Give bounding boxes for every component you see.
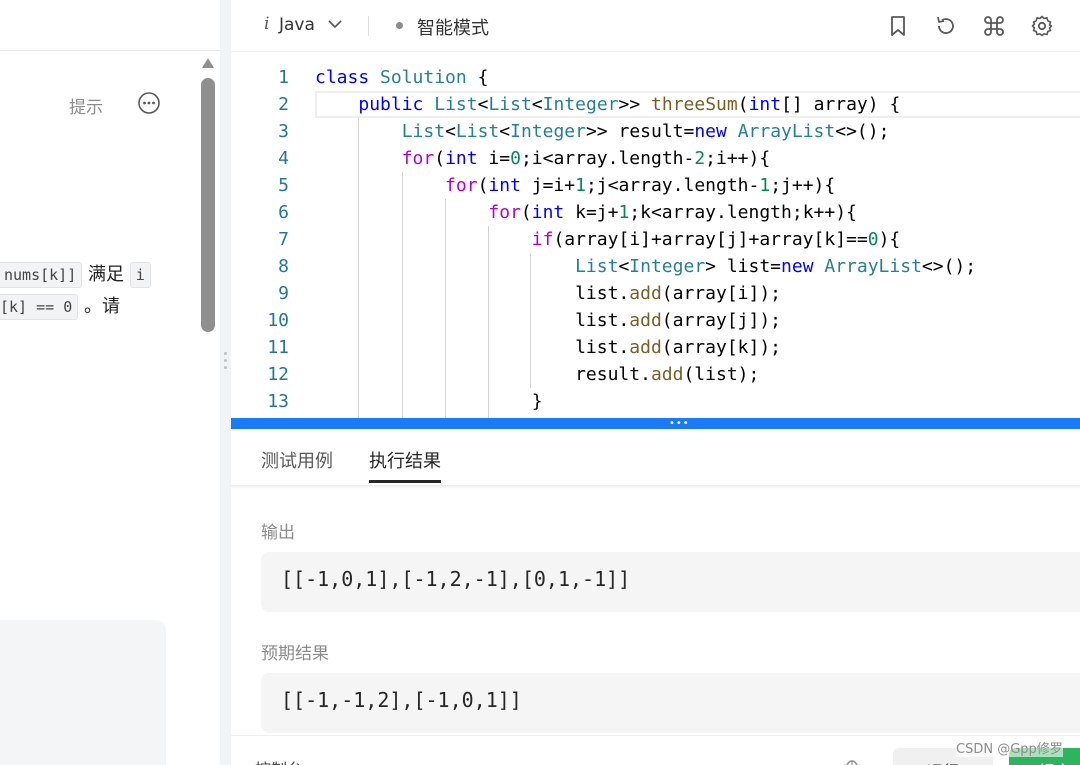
expected-box: [[-1,-1,2],[-1,0,1]] [261,673,1080,733]
line-number: 1 [278,67,289,88]
code-text[interactable]: list.add(array[j]); [315,307,781,334]
line-number: 3 [278,121,289,142]
language-select[interactable]: Java [279,15,315,35]
code-text[interactable]: list.add(array[i]); [315,280,781,307]
scrollbar-thumb[interactable] [201,78,215,332]
problem-panel: 提示 nums[k]] 满足 i [k] == 0 。请 [0,0,220,765]
code-text[interactable]: for(int i=0;i<array.length-2;i++){ [315,145,771,172]
line-number: 11 [267,337,289,358]
code-editor[interactable]: i Java 智能模式 1 class Solution {2 public … [231,0,1080,418]
code-line[interactable]: 10 list.add(array[j]); [231,307,1080,334]
active-tab-indicator [369,480,441,483]
mode-status-dot [396,22,403,29]
drag-handle-icon[interactable]: ••• [669,419,690,429]
code-line[interactable]: 9 list.add(array[i]); [231,280,1080,307]
tab-test-cases[interactable]: 测试用例 [261,447,333,473]
code-line[interactable]: 1 class Solution { [231,64,1080,91]
code-text[interactable]: List<Integer> list=new ArrayList<>(); [315,253,976,280]
problem-description-line: nums[k]] 满足 i [0,260,151,288]
expected-label: 预期结果 [261,644,329,664]
inline-code: i [129,262,151,288]
command-icon[interactable] [982,14,1006,38]
reset-icon[interactable] [934,14,958,38]
description-text: 满足 [82,264,130,285]
debug-icon[interactable] [841,754,863,765]
more-options-icon[interactable] [137,91,161,115]
gear-icon[interactable] [1030,14,1054,38]
code-text[interactable]: if(array[i]+array[j]+array[k]==0){ [315,226,901,253]
drag-handle-icon[interactable] [224,352,227,373]
language-info-icon: i [264,14,270,34]
bookmark-icon[interactable] [886,14,910,38]
chevron-down-icon[interactable] [328,19,342,29]
line-number: 9 [278,283,289,304]
scroll-up-arrow-icon[interactable] [201,57,215,69]
line-number: 4 [278,148,289,169]
tabs-shadow [231,485,1080,489]
code-line[interactable]: 4 for(int i=0;i<array.length-2;i++){ [231,145,1080,172]
code-text[interactable]: } [315,388,543,415]
horizontal-splitter[interactable] [231,418,1080,429]
watermark: CSDN @Gpp修罗 [956,738,1063,757]
panel-divider [0,50,220,51]
output-label: 输出 [261,523,295,543]
line-number: 12 [267,364,289,385]
line-number: 6 [278,202,289,223]
code-text[interactable]: public List<List<Integer>> threeSum(int[… [315,91,900,118]
code-line[interactable]: 7 if(array[i]+array[j]+array[k]==0){ [231,226,1080,253]
code-text[interactable]: List<List<Integer>> result=new ArrayList… [315,118,890,145]
code-text[interactable]: result.add(list); [315,361,759,388]
app-window: 提示 nums[k]] 满足 i [k] == 0 。请 i Java 智能模式… [0,0,1080,765]
line-number: 10 [267,310,289,331]
line-number: 5 [278,175,289,196]
code-text[interactable]: class Solution { [315,64,488,91]
line-number: 13 [267,391,289,412]
code-line[interactable]: 6 for(int k=j+1;k<array.length;k++){ [231,199,1080,226]
vertical-splitter[interactable] [220,0,231,765]
inline-code: nums[k]] [0,262,83,288]
expected-value: [[-1,-1,2],[-1,0,1]] [281,688,522,712]
code-text[interactable]: list.add(array[k]); [315,334,781,361]
results-panel: 测试用例 执行结果 输出 [[-1,0,1],[-1,2,-1],[0,1,-1… [231,429,1080,765]
line-number: 2 [278,94,289,115]
hint-link[interactable]: 提示 [69,93,103,118]
smart-mode-toggle[interactable]: 智能模式 [417,14,489,40]
code-line[interactable]: 3 List<List<Integer>> result=new ArrayLi… [231,118,1080,145]
code-line[interactable]: 5 for(int j=i+1;j<array.length-1;j++){ [231,172,1080,199]
problem-description-line: [k] == 0 。请 [0,292,120,320]
code-text[interactable]: for(int k=j+1;k<array.length;k++){ [315,199,856,226]
editor-toolbar: i Java 智能模式 [231,0,1080,52]
tab-execution-result[interactable]: 执行结果 [369,447,441,473]
code-line[interactable]: 8 List<Integer> list=new ArrayList<>(); [231,253,1080,280]
line-number: 8 [278,256,289,277]
line-number: 7 [278,229,289,250]
bottom-action-bar: 控制台 运行 提交 [231,735,1080,765]
example-box [0,620,166,765]
code-line[interactable]: 12 result.add(list); [231,361,1080,388]
description-text: 。请 [78,296,120,317]
console-toggle[interactable]: 控制台 [255,756,303,765]
result-tabs: 测试用例 执行结果 [231,429,1080,485]
output-value: [[-1,0,1],[-1,2,-1],[0,1,-1]] [281,567,631,591]
code-line[interactable]: 13 } [231,388,1080,415]
code-line[interactable]: 2 public List<List<Integer>> threeSum(in… [231,91,1080,118]
toolbar-divider [368,16,369,36]
code-line[interactable]: 11 list.add(array[k]); [231,334,1080,361]
code-text[interactable]: for(int j=i+1;j<array.length-1;j++){ [315,172,835,199]
output-box: [[-1,0,1],[-1,2,-1],[0,1,-1]] [261,552,1080,612]
inline-code: [k] == 0 [0,294,79,320]
